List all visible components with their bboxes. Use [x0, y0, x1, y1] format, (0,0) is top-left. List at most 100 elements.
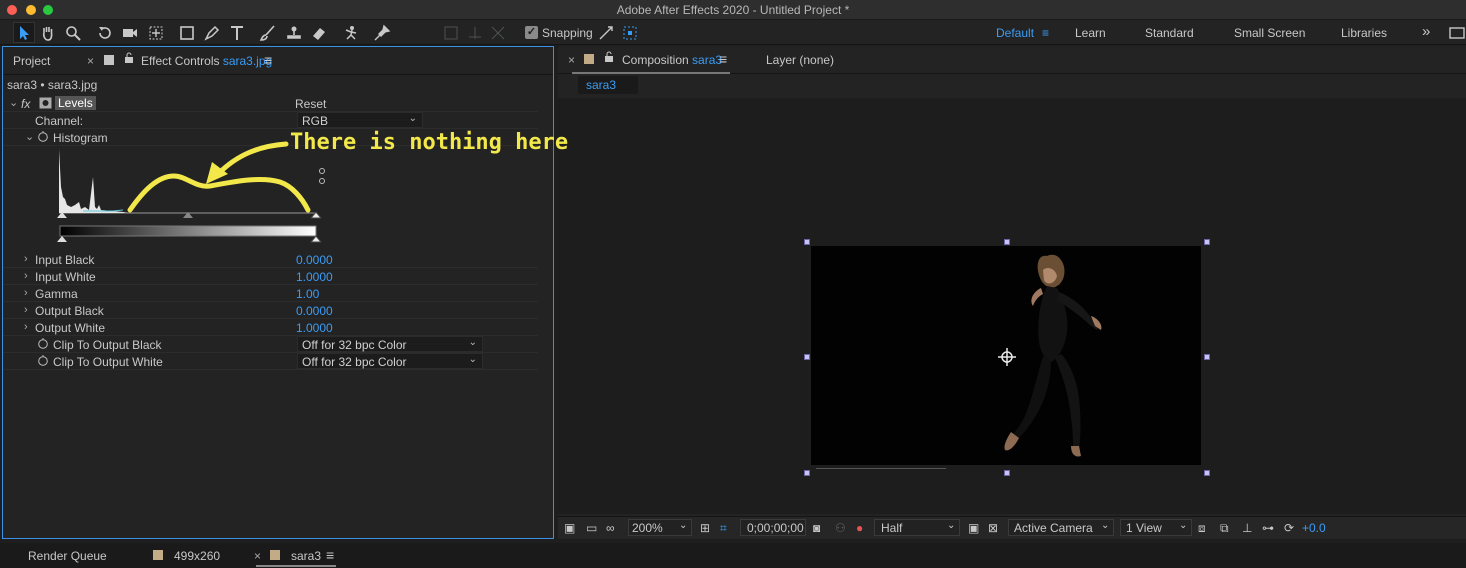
pan-behind-tool-icon[interactable]	[145, 22, 167, 43]
tab-layer[interactable]: Layer (none)	[766, 53, 834, 67]
tab-timeline-sara3[interactable]: sara3	[291, 549, 321, 563]
transform-handle[interactable]	[1004, 239, 1010, 245]
input-black-value[interactable]: 0.0000	[296, 253, 333, 267]
fx-toggle[interactable]: fx	[21, 97, 30, 111]
monitor-icon[interactable]: ▭	[586, 521, 597, 535]
region-of-interest-icon[interactable]: ⌗	[720, 521, 727, 536]
show-snapshot-icon[interactable]: ⚇	[835, 521, 846, 535]
view-layout-dropdown[interactable]: 1 View ⌄	[1120, 519, 1192, 536]
output-white-value[interactable]: 1.0000	[296, 321, 333, 335]
transform-handle[interactable]	[804, 239, 810, 245]
transform-handle[interactable]	[804, 354, 810, 360]
output-black-row[interactable]: › Output Black 0.0000	[3, 302, 538, 319]
puppet-pin-tool-icon[interactable]	[371, 22, 393, 43]
expand-chevron-icon[interactable]: ›	[24, 287, 28, 299]
reset-exposure-icon[interactable]: ⟳	[1284, 521, 1294, 535]
reset-button[interactable]: Reset	[295, 97, 326, 111]
mask-visibility-icon[interactable]: ∞	[606, 521, 615, 535]
camera-dropdown[interactable]: Active Camera ⌄	[1008, 519, 1114, 536]
toggle-pixel-aspect-icon[interactable]: ⧈	[1198, 521, 1206, 536]
workspace-learn[interactable]: Learn	[1075, 26, 1106, 40]
expand-chevron-icon[interactable]: ›	[24, 321, 28, 333]
output-black-slider[interactable]	[57, 236, 67, 242]
clone-stamp-tool-icon[interactable]	[283, 22, 305, 43]
panel-menu-icon[interactable]: ≡	[326, 547, 334, 563]
comp-nav-chip[interactable]: sara3	[578, 76, 638, 94]
panel-menu-icon[interactable]: ≡	[264, 52, 272, 68]
snapping-checkbox[interactable]: ✓	[525, 26, 538, 39]
tab-effect-controls[interactable]: Effect Controls sara3.jpg	[141, 54, 272, 68]
snap-features-icon[interactable]	[619, 22, 641, 43]
type-tool-icon[interactable]	[226, 22, 248, 43]
camera-tool-icon[interactable]	[119, 22, 141, 43]
transparency-grid-icon[interactable]: ⊠	[988, 521, 998, 535]
expand-chevron-icon[interactable]: ›	[24, 253, 28, 265]
timecode-field[interactable]: 0;00;00;00	[740, 519, 806, 536]
workspace-libraries[interactable]: Libraries	[1341, 26, 1387, 40]
close-tab-icon[interactable]: ×	[568, 53, 575, 67]
transform-handle[interactable]	[1204, 470, 1210, 476]
snap-edges-icon[interactable]	[595, 22, 617, 43]
eraser-tool-icon[interactable]	[308, 22, 330, 43]
stopwatch-icon[interactable]	[37, 130, 49, 145]
channel-dropdown[interactable]: RGB ⌄	[297, 112, 423, 128]
pen-tool-icon[interactable]	[201, 22, 223, 43]
fast-preview-icon[interactable]: ▣	[968, 521, 979, 535]
lock-icon[interactable]	[604, 51, 614, 66]
transform-handle[interactable]	[1004, 470, 1010, 476]
clip-white-dropdown[interactable]: Off for 32 bpc Color ⌄	[297, 353, 483, 369]
stopwatch-icon[interactable]	[37, 337, 49, 352]
input-black-row[interactable]: › Input Black 0.0000	[3, 251, 538, 268]
expand-chevron-icon[interactable]: ›	[24, 304, 28, 316]
search-help-icon[interactable]	[1446, 22, 1466, 43]
zoom-dropdown[interactable]: 200% ⌄	[628, 519, 692, 536]
grid-guides-icon[interactable]: ⊞	[700, 521, 710, 535]
tab-render-queue[interactable]: Render Queue	[28, 549, 107, 563]
timeline-icon[interactable]: ⊥	[1242, 521, 1252, 535]
stopwatch-icon[interactable]	[37, 354, 49, 369]
close-tab-icon[interactable]: ×	[87, 54, 94, 68]
rotation-tool-icon[interactable]	[94, 22, 116, 43]
workspace-default[interactable]: Default	[996, 26, 1034, 40]
input-white-row[interactable]: › Input White 1.0000	[3, 268, 538, 285]
brush-tool-icon[interactable]	[257, 22, 279, 43]
effect-name[interactable]: Levels	[55, 96, 96, 110]
levels-effect-row[interactable]: ⌄ fx Levels Reset	[3, 95, 538, 112]
gamma-value[interactable]: 1.00	[296, 287, 319, 301]
workspace-standard[interactable]: Standard	[1145, 26, 1194, 40]
transform-handle[interactable]	[804, 470, 810, 476]
output-black-value[interactable]: 0.0000	[296, 304, 333, 318]
workspace-overflow-icon[interactable]: »	[1422, 23, 1430, 40]
roto-brush-tool-icon[interactable]	[340, 22, 362, 43]
transform-handle[interactable]	[1204, 354, 1210, 360]
expand-chevron-icon[interactable]: ›	[24, 270, 28, 282]
transform-handle[interactable]	[1204, 239, 1210, 245]
tab-project[interactable]: Project	[13, 54, 50, 68]
comp-viewer[interactable]	[558, 98, 1466, 514]
resolution-dropdown[interactable]: Half ⌄	[874, 519, 960, 536]
zoom-tool-icon[interactable]	[62, 22, 84, 43]
channel-color-icon[interactable]: ●	[856, 521, 863, 535]
workspace-small-screen[interactable]: Small Screen	[1234, 26, 1305, 40]
always-preview-icon[interactable]: ▣	[564, 521, 575, 535]
panel-menu-icon[interactable]: ≡	[719, 51, 727, 67]
snapshot-camera-icon[interactable]: ◙	[813, 521, 820, 535]
input-white-value[interactable]: 1.0000	[296, 270, 333, 284]
flowchart-icon[interactable]: ⊶	[1262, 521, 1274, 535]
anchor-point-icon[interactable]	[998, 348, 1016, 366]
histogram-chevron-icon[interactable]: ⌄	[25, 130, 34, 143]
output-white-slider[interactable]	[309, 235, 323, 243]
workspace-menu-icon[interactable]: ≡	[1042, 26, 1049, 40]
selection-tool-icon[interactable]	[13, 22, 35, 43]
hand-tool-icon[interactable]	[37, 22, 59, 43]
collapse-chevron-icon[interactable]: ⌄	[9, 96, 18, 109]
gamma-row[interactable]: › Gamma 1.00	[3, 285, 538, 302]
clip-black-dropdown[interactable]: Off for 32 bpc Color ⌄	[297, 336, 483, 352]
rectangle-tool-icon[interactable]	[176, 22, 198, 43]
lock-icon[interactable]	[124, 52, 134, 67]
close-tab-icon[interactable]: ×	[254, 549, 261, 563]
tab-composition[interactable]: Composition sara3	[622, 53, 722, 67]
fast-3d-icon[interactable]: ⧉	[1220, 521, 1229, 536]
output-white-row[interactable]: › Output White 1.0000	[3, 319, 538, 336]
exposure-value[interactable]: +0.0	[1302, 521, 1326, 535]
